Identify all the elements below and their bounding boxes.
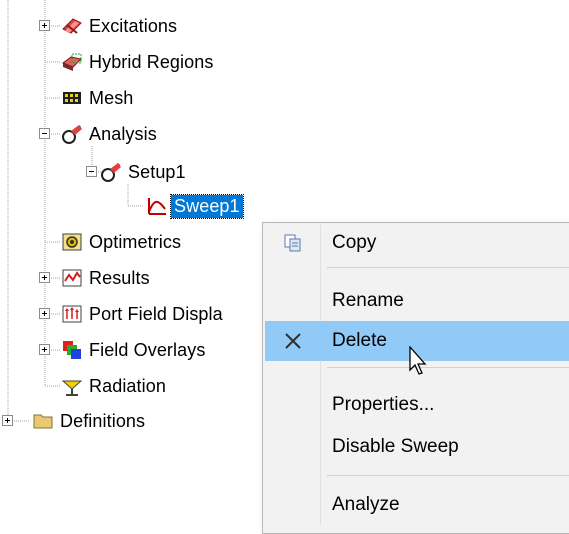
- menu-item-copy[interactable]: Copy: [265, 223, 569, 263]
- menu-item-disable-sweep[interactable]: Disable Sweep: [265, 427, 569, 467]
- copy-icon: [265, 223, 320, 263]
- menu-item-properties[interactable]: Properties...: [265, 385, 569, 425]
- field-overlays-icon: [63, 341, 81, 359]
- results-icon: [62, 269, 82, 287]
- tree-item-hybrid-regions[interactable]: Hybrid Regions: [61, 48, 213, 76]
- hybrid-regions-icon: [61, 53, 83, 71]
- radiation-icon: [61, 380, 83, 396]
- expand-field-overlays-toggle[interactable]: [39, 344, 50, 355]
- expand-results-toggle[interactable]: [39, 272, 50, 283]
- port-field-display-icon: [62, 305, 82, 323]
- tree-item-sweep1[interactable]: Sweep1: [146, 192, 244, 220]
- tree-item-mesh[interactable]: Mesh: [61, 84, 133, 112]
- menu-gutter-divider: [320, 225, 321, 525]
- tree-item-results[interactable]: Results: [61, 264, 150, 292]
- sweep-icon: [148, 198, 166, 215]
- menu-separator: [327, 475, 569, 476]
- tree-item-analysis[interactable]: Analysis: [61, 120, 157, 148]
- tree-item-radiation[interactable]: Radiation: [61, 372, 166, 400]
- menu-item-analyze[interactable]: Analyze: [265, 485, 569, 525]
- tree-item-setup1[interactable]: Setup1: [100, 158, 186, 186]
- excitations-icon: [62, 18, 82, 34]
- context-menu: Copy Rename Delete Properties... Disable…: [262, 222, 569, 534]
- folder-icon: [33, 414, 53, 429]
- menu-separator: [327, 367, 569, 368]
- menu-item-rename[interactable]: Rename: [265, 281, 569, 321]
- menu-separator: [327, 267, 569, 268]
- mouse-pointer-icon: [409, 346, 427, 375]
- analysis-icon: [62, 124, 82, 144]
- delete-x-icon: [265, 321, 320, 361]
- tree-item-definitions[interactable]: Definitions: [32, 407, 145, 435]
- tree-item-optimetrics[interactable]: Optimetrics: [61, 228, 181, 256]
- setup-icon: [101, 162, 121, 182]
- expand-port-field-display-toggle[interactable]: [39, 308, 50, 319]
- collapse-setup1-toggle[interactable]: [86, 166, 97, 177]
- tree-item-port-field-display[interactable]: Port Field Displa: [61, 300, 223, 328]
- collapse-analysis-toggle[interactable]: [39, 128, 50, 139]
- expand-definitions-toggle[interactable]: [2, 415, 13, 426]
- mesh-icon: [63, 92, 81, 104]
- expand-excitations-toggle[interactable]: [39, 20, 50, 31]
- optimetrics-icon: [62, 233, 82, 251]
- tree-item-field-overlays[interactable]: Field Overlays: [61, 336, 205, 364]
- tree-item-excitations[interactable]: Excitations: [61, 12, 177, 40]
